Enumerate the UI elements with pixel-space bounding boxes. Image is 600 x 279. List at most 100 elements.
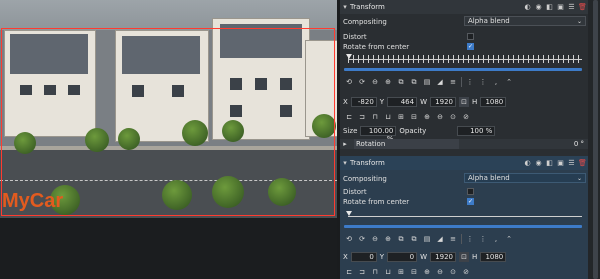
effect-header[interactable]: ▾ Transform ◐ ◉ ◧ ▣ ☰ 🗑 [340,0,588,14]
expand-icon[interactable]: ⌃ [504,234,514,244]
link-ratio-icon[interactable]: ⊡ [459,96,469,107]
zoom-fit-icon[interactable]: ⊙ [448,112,458,122]
size-opacity-row: Size 100.00 % Opacity 100 % [340,125,588,143]
clipboard-icon[interactable]: ▤ [422,234,432,244]
reset-icon[interactable]: ⊘ [461,112,471,122]
list-icon[interactable]: ≡ [448,77,458,87]
keyframe-timeline[interactable] [344,210,582,222]
toolbar-separator [461,76,462,87]
save-preset-icon[interactable]: ▣ [555,3,566,11]
more-icon[interactable]: ⋮ [465,234,475,244]
comma-icon[interactable]: , [491,234,501,244]
timeline-position-bar[interactable] [344,225,582,228]
add-keyframe-icon[interactable]: ⟳ [357,234,367,244]
keyframe-toggle-icon[interactable]: ▸ [340,139,350,149]
expand-icon[interactable]: ⌃ [504,77,514,87]
align-bottom-icon[interactable]: ⊟ [409,267,419,277]
more-icon[interactable]: ⋮ [478,234,488,244]
align-top-icon[interactable]: ⊔ [383,267,393,277]
h-field[interactable]: 1080 [480,96,507,107]
keyframe-timeline[interactable] [344,53,582,65]
compositing-select[interactable]: Alpha blend ⌄ [464,173,586,183]
delete-icon[interactable]: 🗑 [577,3,588,11]
remove-keyframe-icon[interactable]: ⊖ [370,234,380,244]
rotate-row: Rotate from center ✓ [340,41,588,52]
keyframe-marker-icon[interactable] [346,54,352,59]
save-preset-icon[interactable]: ▣ [555,159,566,167]
previous-keyframe-icon[interactable]: ⟲ [344,77,354,87]
align-vcenter-icon[interactable]: ⊞ [396,112,406,122]
comma-icon[interactable]: , [491,77,501,87]
align-top-icon[interactable]: ⊔ [383,112,393,122]
align-hcenter-icon[interactable]: ⊐ [357,112,367,122]
collapse-arrow-icon[interactable]: ▾ [340,159,350,167]
interpolation-icon[interactable]: ◢ [435,234,445,244]
x-field[interactable]: -820 [350,96,377,107]
delete-icon[interactable]: 🗑 [577,159,588,167]
opacity-field[interactable]: 100 % [457,125,496,136]
effect-header[interactable]: ▾ Transform ◐ ◉ ◧ ▣ ☰ 🗑 [340,156,588,170]
previous-keyframe-icon[interactable]: ⟲ [344,234,354,244]
copy-icon[interactable]: ⧉ [396,234,406,244]
distort-checkbox[interactable] [467,188,474,195]
list-icon[interactable]: ≡ [448,234,458,244]
rotation-value[interactable]: 0 ° [574,140,584,148]
zoom-fit-icon[interactable]: ⊙ [448,267,458,277]
timeline-position-bar[interactable] [344,68,582,71]
transform-bounding-frame[interactable] [1,28,335,216]
align-left-icon[interactable]: ⊏ [344,112,354,122]
interpolation-icon[interactable]: ◢ [435,77,445,87]
zoom-out-icon[interactable]: ⊖ [435,112,445,122]
zoom-in-icon[interactable]: ⊕ [422,112,432,122]
rotation-slider[interactable]: ▸ Rotation 0 ° [340,139,588,149]
zoom-out-icon[interactable]: ⊖ [435,267,445,277]
clipboard-icon[interactable]: ▤ [422,77,432,87]
align-right-icon[interactable]: ⊓ [370,112,380,122]
compositing-row: Compositing Alpha blend ⌄ [340,16,588,27]
align-right-icon[interactable]: ⊓ [370,267,380,277]
add-keyframe-icon[interactable]: ⟳ [357,77,367,87]
menu-icon[interactable]: ☰ [566,3,577,11]
compare-icon[interactable]: ◧ [544,3,555,11]
compare-icon[interactable]: ◧ [544,159,555,167]
h-label: H [472,252,478,261]
more-icon[interactable]: ⋮ [465,77,475,87]
menu-icon[interactable]: ☰ [566,159,577,167]
video-preview[interactable]: MyCar [0,0,338,218]
zoom-in-icon[interactable]: ⊕ [422,267,432,277]
more-icon[interactable]: ⋮ [478,77,488,87]
eye-icon[interactable]: ◉ [533,3,544,11]
size-label: Size [343,126,358,135]
reset-icon[interactable]: ⊘ [461,267,471,277]
keyframe-icon[interactable]: ◐ [522,159,533,167]
copy-icon[interactable]: ⧉ [396,77,406,87]
keyframe-icon[interactable]: ◐ [522,3,533,11]
w-field[interactable]: 1920 [430,96,456,107]
eye-icon[interactable]: ◉ [533,159,544,167]
next-keyframe-icon[interactable]: ⊕ [383,77,393,87]
size-field[interactable]: 100.00 % [360,125,397,143]
paste-icon[interactable]: ⧉ [409,234,419,244]
next-keyframe-icon[interactable]: ⊕ [383,234,393,244]
collapse-arrow-icon[interactable]: ▾ [340,3,350,11]
align-bottom-icon[interactable]: ⊟ [409,112,419,122]
h-field[interactable]: 1080 [480,251,507,262]
link-ratio-icon[interactable]: ⊡ [459,251,469,262]
keyframe-marker-icon[interactable] [346,211,352,216]
y-field[interactable]: 0 [387,251,418,262]
align-vcenter-icon[interactable]: ⊞ [396,267,406,277]
x-field[interactable]: 0 [350,251,377,262]
w-field[interactable]: 1920 [430,251,456,262]
paste-icon[interactable]: ⧉ [409,77,419,87]
rotate-checkbox[interactable]: ✓ [467,43,474,50]
distort-checkbox[interactable] [467,33,474,40]
rotate-checkbox[interactable]: ✓ [467,198,474,205]
align-left-icon[interactable]: ⊏ [344,267,354,277]
effect-panel-transform-1: ▾ Transform ◐ ◉ ◧ ▣ ☰ 🗑 Compositing Alph… [340,0,588,156]
remove-keyframe-icon[interactable]: ⊖ [370,77,380,87]
compositing-select[interactable]: Alpha blend ⌄ [464,16,586,26]
effect-title: Transform [350,3,385,11]
align-hcenter-icon[interactable]: ⊐ [357,267,367,277]
y-field[interactable]: 464 [387,96,418,107]
scrollbar-thumb[interactable] [593,0,598,279]
